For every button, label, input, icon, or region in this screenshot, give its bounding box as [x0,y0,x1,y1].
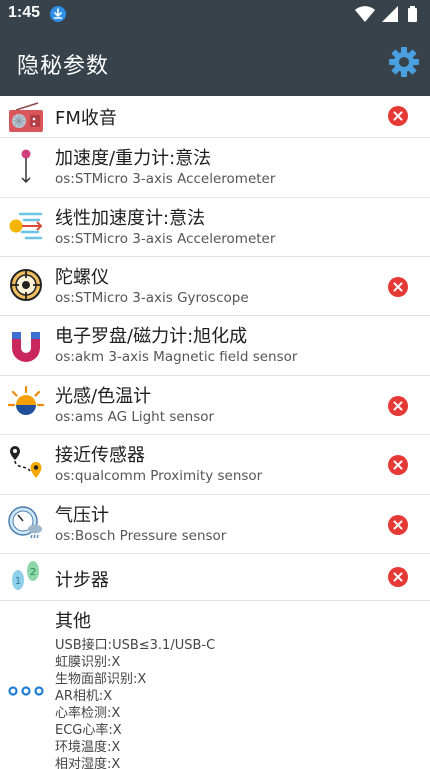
system-status-icons [355,6,417,22]
sensor-title: 电子罗盘/磁力计:旭化成 [55,326,248,347]
detail-line: 环境温度:X [55,740,121,755]
more-dots-icon [8,686,44,696]
signal-icon [382,6,398,22]
gear-icon [389,47,419,77]
other-details: USB接口:USB≤3.1/USB-C 虹膜识别:X 生物面部识别:X AR相机… [55,637,215,769]
close-icon[interactable] [388,567,408,587]
list-item[interactable]: 光感/色温计 os:ams AG Light sensor [0,376,430,435]
close-icon[interactable] [388,515,408,535]
accelerometer-icon [21,149,31,184]
footsteps-icon: 1 2 [12,561,39,590]
gyroscope-icon [10,269,42,301]
detail-line: ECG心率:X [55,723,122,738]
linear-acceleration-icon [9,212,43,240]
list-item[interactable]: 气压计 os:Bosch Pressure sensor [0,495,430,554]
sensor-title: 气压计 [55,505,109,526]
proximity-route-icon [10,446,42,478]
settings-button[interactable] [387,45,421,79]
close-icon[interactable] [388,455,408,475]
sensor-title: 加速度/重力计:意法 [55,148,212,169]
list-item[interactable]: 接近传感器 os:qualcomm Proximity sensor [0,435,430,495]
wifi-icon [355,6,375,22]
close-icon[interactable] [388,396,408,416]
list-item[interactable]: 电子罗盘/磁力计:旭化成 os:akm 3-axis Magnetic fiel… [0,316,430,376]
sensor-subtitle: os:STMicro 3-axis Accelerometer [55,171,276,187]
app-bar: 隐秘参数 [0,28,430,96]
sensor-title: 光感/色温计 [55,386,152,407]
status-bar: 1:45 [0,0,430,28]
close-icon[interactable] [388,277,408,297]
detail-line: AR相机:X [55,689,113,704]
sensor-subtitle: os:akm 3-axis Magnetic field sensor [55,349,298,365]
list-item[interactable]: FM收音 [0,96,430,138]
barometer-icon [8,506,42,539]
svg-text:1: 1 [15,576,21,587]
radio-icon [9,102,43,132]
list-item[interactable]: 陀螺仪 os:STMicro 3-axis Gyroscope [0,257,430,316]
close-icon[interactable] [388,106,408,126]
detail-line: 相对湿度:X [55,757,121,769]
list-item[interactable]: 1 2 计步器 [0,554,430,601]
detail-line: 虹膜识别:X [55,655,121,670]
battery-icon [408,8,417,22]
sensor-subtitle: os:STMicro 3-axis Accelerometer [55,231,276,247]
detail-line: 生物面部识别:X [55,672,147,687]
detail-line: USB接口:USB≤3.1/USB-C [55,638,216,653]
download-icon [50,6,66,22]
list-item[interactable]: 线性加速度计:意法 os:STMicro 3-axis Acceleromete… [0,198,430,257]
sensor-title: 接近传感器 [55,445,145,466]
light-sensor-icon [8,386,44,415]
list-item[interactable]: 其他 USB接口:USB≤3.1/USB-C 虹膜识别:X 生物面部识别:X A… [0,601,430,769]
page-title: 隐秘参数 [17,54,110,79]
magnet-icon [12,332,40,362]
list-item[interactable]: 加速度/重力计:意法 os:STMicro 3-axis Acceleromet… [0,138,430,198]
sensor-subtitle: os:STMicro 3-axis Gyroscope [55,290,249,306]
sensor-title: 陀螺仪 [55,267,109,288]
status-time: 1:45 [8,4,41,21]
sensor-title: 线性加速度计:意法 [55,208,206,229]
sensor-title: FM收音 [55,108,117,129]
sensor-subtitle: os:Bosch Pressure sensor [55,528,227,544]
svg-text:2: 2 [30,567,36,578]
sensor-list: FM收音 加速度/重力计:意法 os:STMicro 3-axis Accele… [0,96,430,769]
detail-line: 心率检测:X [55,706,121,721]
sensor-title: 计步器 [55,570,109,591]
sensor-title: 其他 [55,611,91,632]
sensor-subtitle: os:ams AG Light sensor [55,409,215,425]
sensor-subtitle: os:qualcomm Proximity sensor [55,468,263,484]
